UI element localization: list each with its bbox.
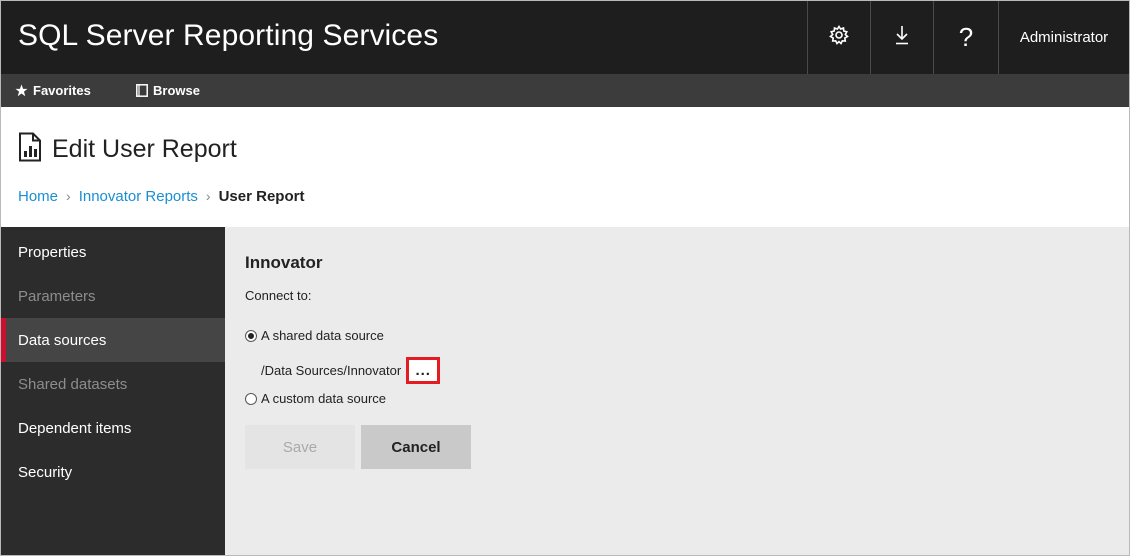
favorites-link[interactable]: Favorites bbox=[15, 74, 91, 107]
connect-to-label: Connect to: bbox=[245, 288, 312, 303]
chevron-right-icon: › bbox=[66, 188, 71, 204]
sidebar-item-dependent-items[interactable]: Dependent items bbox=[1, 406, 225, 450]
shared-data-source-path: /Data Sources/Innovator bbox=[261, 363, 402, 378]
sidebar-item-shared-datasets: Shared datasets bbox=[18, 375, 128, 393]
sidebar-item-properties[interactable]: Properties bbox=[1, 230, 225, 274]
breadcrumb: Home › Innovator Reports › User Report bbox=[18, 186, 304, 206]
report-edit-page: SQL Server Reporting Services ? Administ… bbox=[0, 0, 1130, 556]
breadcrumb-current: User Report bbox=[218, 187, 305, 205]
radio-unchecked-icon[interactable] bbox=[245, 392, 257, 405]
folder-icon bbox=[136, 84, 148, 97]
download-button[interactable] bbox=[870, 1, 933, 74]
top-bar: SQL Server Reporting Services ? Administ… bbox=[1, 1, 1129, 74]
custom-data-source-label: A custom data source bbox=[261, 391, 387, 406]
favorites-label: Favorites bbox=[33, 83, 91, 98]
user-menu[interactable]: Administrator bbox=[998, 1, 1129, 74]
app-title: SQL Server Reporting Services bbox=[18, 19, 439, 52]
download-icon bbox=[894, 24, 910, 51]
browse-data-source-button[interactable]: ... bbox=[406, 357, 441, 384]
browse-label: Browse bbox=[153, 83, 200, 98]
browse-link[interactable]: Browse bbox=[136, 74, 200, 107]
sidebar: Properties Parameters Data sources Share… bbox=[1, 227, 225, 555]
cancel-button[interactable]: Cancel bbox=[361, 425, 471, 469]
sub-navigation: Favorites Browse bbox=[1, 74, 1129, 107]
sidebar-item-data-sources[interactable]: Data sources bbox=[1, 318, 225, 362]
page-header: Edit User Report bbox=[18, 131, 237, 167]
help-icon: ? bbox=[958, 22, 974, 52]
custom-data-source-option[interactable]: A custom data source bbox=[245, 391, 386, 406]
shared-data-source-path-row: /Data Sources/Innovator ... bbox=[261, 357, 441, 384]
gear-icon bbox=[829, 25, 849, 50]
sidebar-item-parameters: Parameters bbox=[18, 287, 96, 305]
breadcrumb-home[interactable]: Home bbox=[18, 188, 58, 205]
sidebar-item-security[interactable]: Security bbox=[1, 450, 225, 494]
report-icon bbox=[18, 132, 42, 167]
help-button[interactable]: ? bbox=[933, 1, 998, 74]
breadcrumb-parent[interactable]: Innovator Reports bbox=[79, 188, 198, 205]
settings-button[interactable] bbox=[807, 1, 870, 74]
data-source-name: Innovator bbox=[245, 253, 323, 272]
shared-data-source-label: A shared data source bbox=[261, 328, 384, 343]
save-button[interactable]: Save bbox=[245, 425, 355, 469]
data-sources-panel: Innovator Connect to: A shared data sour… bbox=[225, 227, 1129, 555]
radio-checked-icon[interactable] bbox=[245, 329, 257, 342]
chevron-right-icon: › bbox=[205, 188, 211, 204]
star-icon bbox=[15, 84, 28, 97]
shared-data-source-option[interactable]: A shared data source bbox=[245, 328, 384, 343]
page-title: Edit User Report bbox=[52, 134, 237, 163]
